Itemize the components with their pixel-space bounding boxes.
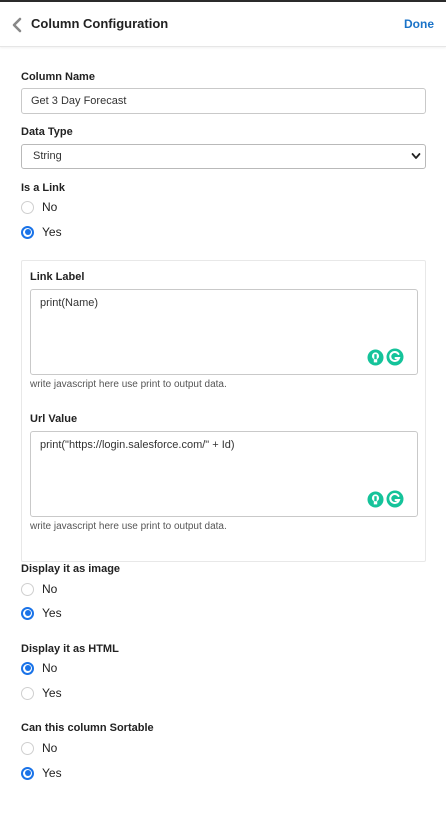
option-label: No [42, 582, 58, 596]
sortable-label: Can this column Sortable [21, 722, 154, 734]
url-value-helper-text: write javascript here use print to outpu… [30, 521, 227, 532]
display-html-no-option[interactable]: No [21, 659, 57, 677]
column-name-label: Column Name [21, 71, 95, 83]
radio-button-checked[interactable] [21, 766, 34, 780]
grammarly-icon[interactable] [386, 490, 404, 508]
link-label-code: print(Name) [40, 297, 99, 309]
url-value-label: Url Value [30, 413, 78, 425]
data-type-selected-value: String [33, 150, 62, 162]
lightbulb-icon[interactable] [367, 349, 384, 366]
display-image-yes-option[interactable]: Yes [21, 604, 62, 622]
is-link-no-option[interactable]: No [21, 198, 57, 216]
grammarly-icon[interactable] [386, 348, 404, 366]
option-label: Yes [42, 686, 62, 700]
url-value-editor[interactable]: print("https://login.salesforce.com/" + … [30, 431, 418, 517]
link-label-helper-text: write javascript here use print to outpu… [30, 379, 227, 390]
page-title: Column Configuration [31, 16, 169, 31]
radio-button-checked[interactable] [21, 225, 34, 239]
column-name-input[interactable] [21, 88, 426, 114]
radio-button-checked[interactable] [21, 661, 34, 675]
radio-button[interactable] [21, 582, 34, 596]
link-label-editor[interactable]: print(Name) [30, 289, 418, 375]
option-label: No [42, 200, 58, 214]
option-label: No [42, 661, 58, 675]
option-label: Yes [42, 225, 62, 239]
lightbulb-icon[interactable] [367, 491, 384, 508]
sortable-no-option[interactable]: No [21, 739, 57, 757]
done-button[interactable]: Done [404, 17, 434, 31]
display-image-label: Display it as image [21, 563, 121, 575]
display-html-label: Display it as HTML [21, 643, 119, 655]
radio-button[interactable] [21, 686, 34, 700]
option-label: Yes [42, 766, 62, 780]
url-value-code: print("https://login.salesforce.com/" + … [40, 439, 235, 451]
radio-button[interactable] [21, 200, 34, 214]
chevron-down-icon [411, 153, 421, 159]
option-label: No [42, 741, 58, 755]
data-type-label: Data Type [21, 126, 73, 138]
is-link-yes-option[interactable]: Yes [21, 223, 62, 241]
option-label: Yes [42, 606, 62, 620]
link-label-label: Link Label [30, 271, 85, 283]
data-type-select[interactable]: String [21, 144, 426, 169]
radio-button[interactable] [21, 741, 34, 755]
sortable-yes-option[interactable]: Yes [21, 764, 62, 782]
display-html-yes-option[interactable]: Yes [21, 684, 62, 702]
chevron-left-icon[interactable] [10, 16, 26, 34]
link-settings-panel: Link Label print(Name) write javascript … [21, 260, 426, 562]
header-bar: Column Configuration Done [0, 2, 446, 47]
radio-button-checked[interactable] [21, 606, 34, 620]
grammarly-widget[interactable] [367, 347, 404, 367]
is-link-label: Is a Link [21, 182, 66, 194]
display-image-no-option[interactable]: No [21, 580, 57, 598]
grammarly-widget[interactable] [367, 489, 404, 509]
